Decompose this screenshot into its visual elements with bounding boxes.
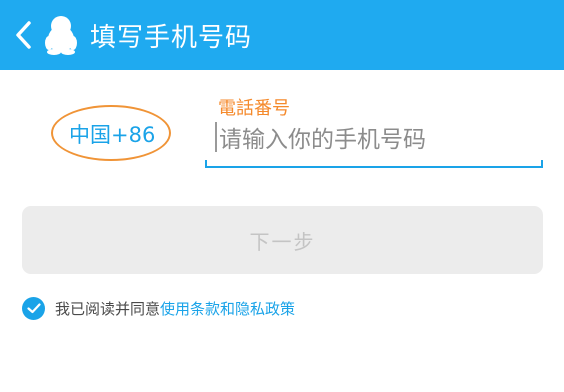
page-title: 填写手机号码: [90, 22, 253, 53]
back-button[interactable]: [6, 0, 40, 70]
input-underline-tick-right: [541, 160, 543, 168]
agreement-row: 我已阅读并同意 使用条款和隐私政策: [22, 295, 295, 321]
qq-penguin-icon: [44, 12, 78, 58]
app-header: 填写手机号码: [0, 0, 564, 70]
checkbox-checked-icon[interactable]: [22, 296, 45, 320]
agreement-text: 我已阅读并同意: [55, 299, 161, 318]
chevron-left-icon: [16, 21, 31, 49]
next-step-button[interactable]: 下一步: [22, 206, 543, 274]
input-underline: [205, 166, 543, 168]
text-caret: [215, 122, 217, 152]
input-underline-tick-left: [205, 160, 207, 168]
country-code-selector[interactable]: 中国+86: [69, 119, 155, 149]
phone-number-input[interactable]: 请输入你的手机号码: [205, 112, 543, 168]
terms-privacy-link[interactable]: 使用条款和隐私政策: [160, 298, 295, 319]
phone-input-placeholder: 请输入你的手机号码: [219, 127, 426, 153]
